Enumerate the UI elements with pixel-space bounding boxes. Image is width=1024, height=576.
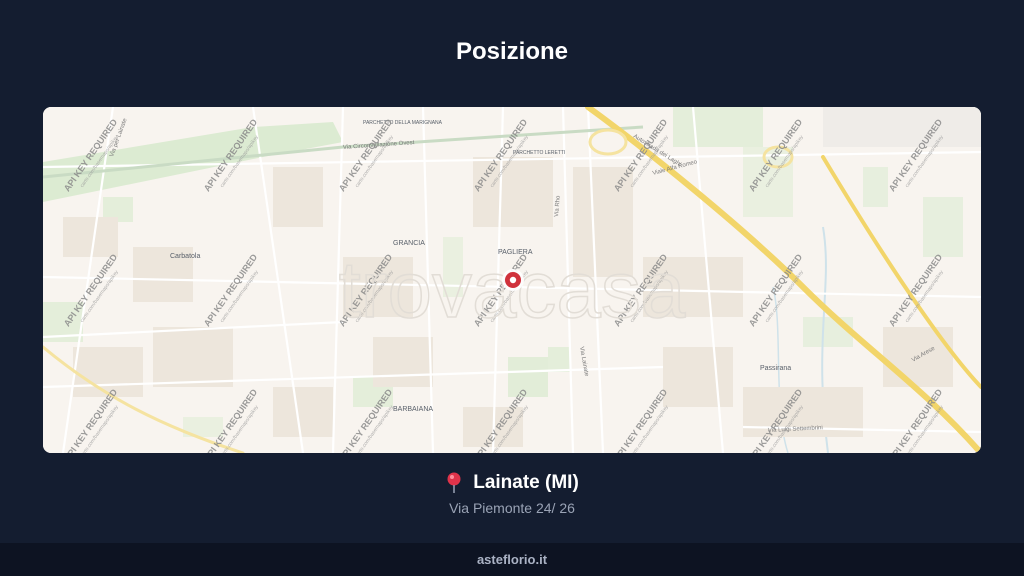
map[interactable]: Via Circonvallazione Ovest Autostrada de… [43,107,981,453]
footer: asteflorio.it [0,543,1024,576]
location-row: Lainate (MI) [0,472,1024,494]
svg-text:BARBAIANA: BARBAIANA [393,406,433,413]
svg-text:Passirana: Passirana [760,365,791,372]
page-title: Posizione [455,38,569,65]
pin-icon [447,472,461,493]
location-city: Lainate (MI) [473,472,579,493]
location-address: Via Piemonte 24/ 26 [449,500,575,516]
footer-brand: asteflorio.it [476,552,548,567]
svg-text:Carbatola: Carbatola [170,253,200,260]
map-canvas[interactable]: Via Circonvallazione Ovest Autostrada de… [43,107,981,453]
svg-text:PARCHETTO LERETTI: PARCHETTO LERETTI [513,150,565,156]
svg-text:PARCHETTO DELLA MARIGNANA: PARCHETTO DELLA MARIGNANA [363,120,443,126]
location-marker-icon[interactable] [502,269,524,291]
